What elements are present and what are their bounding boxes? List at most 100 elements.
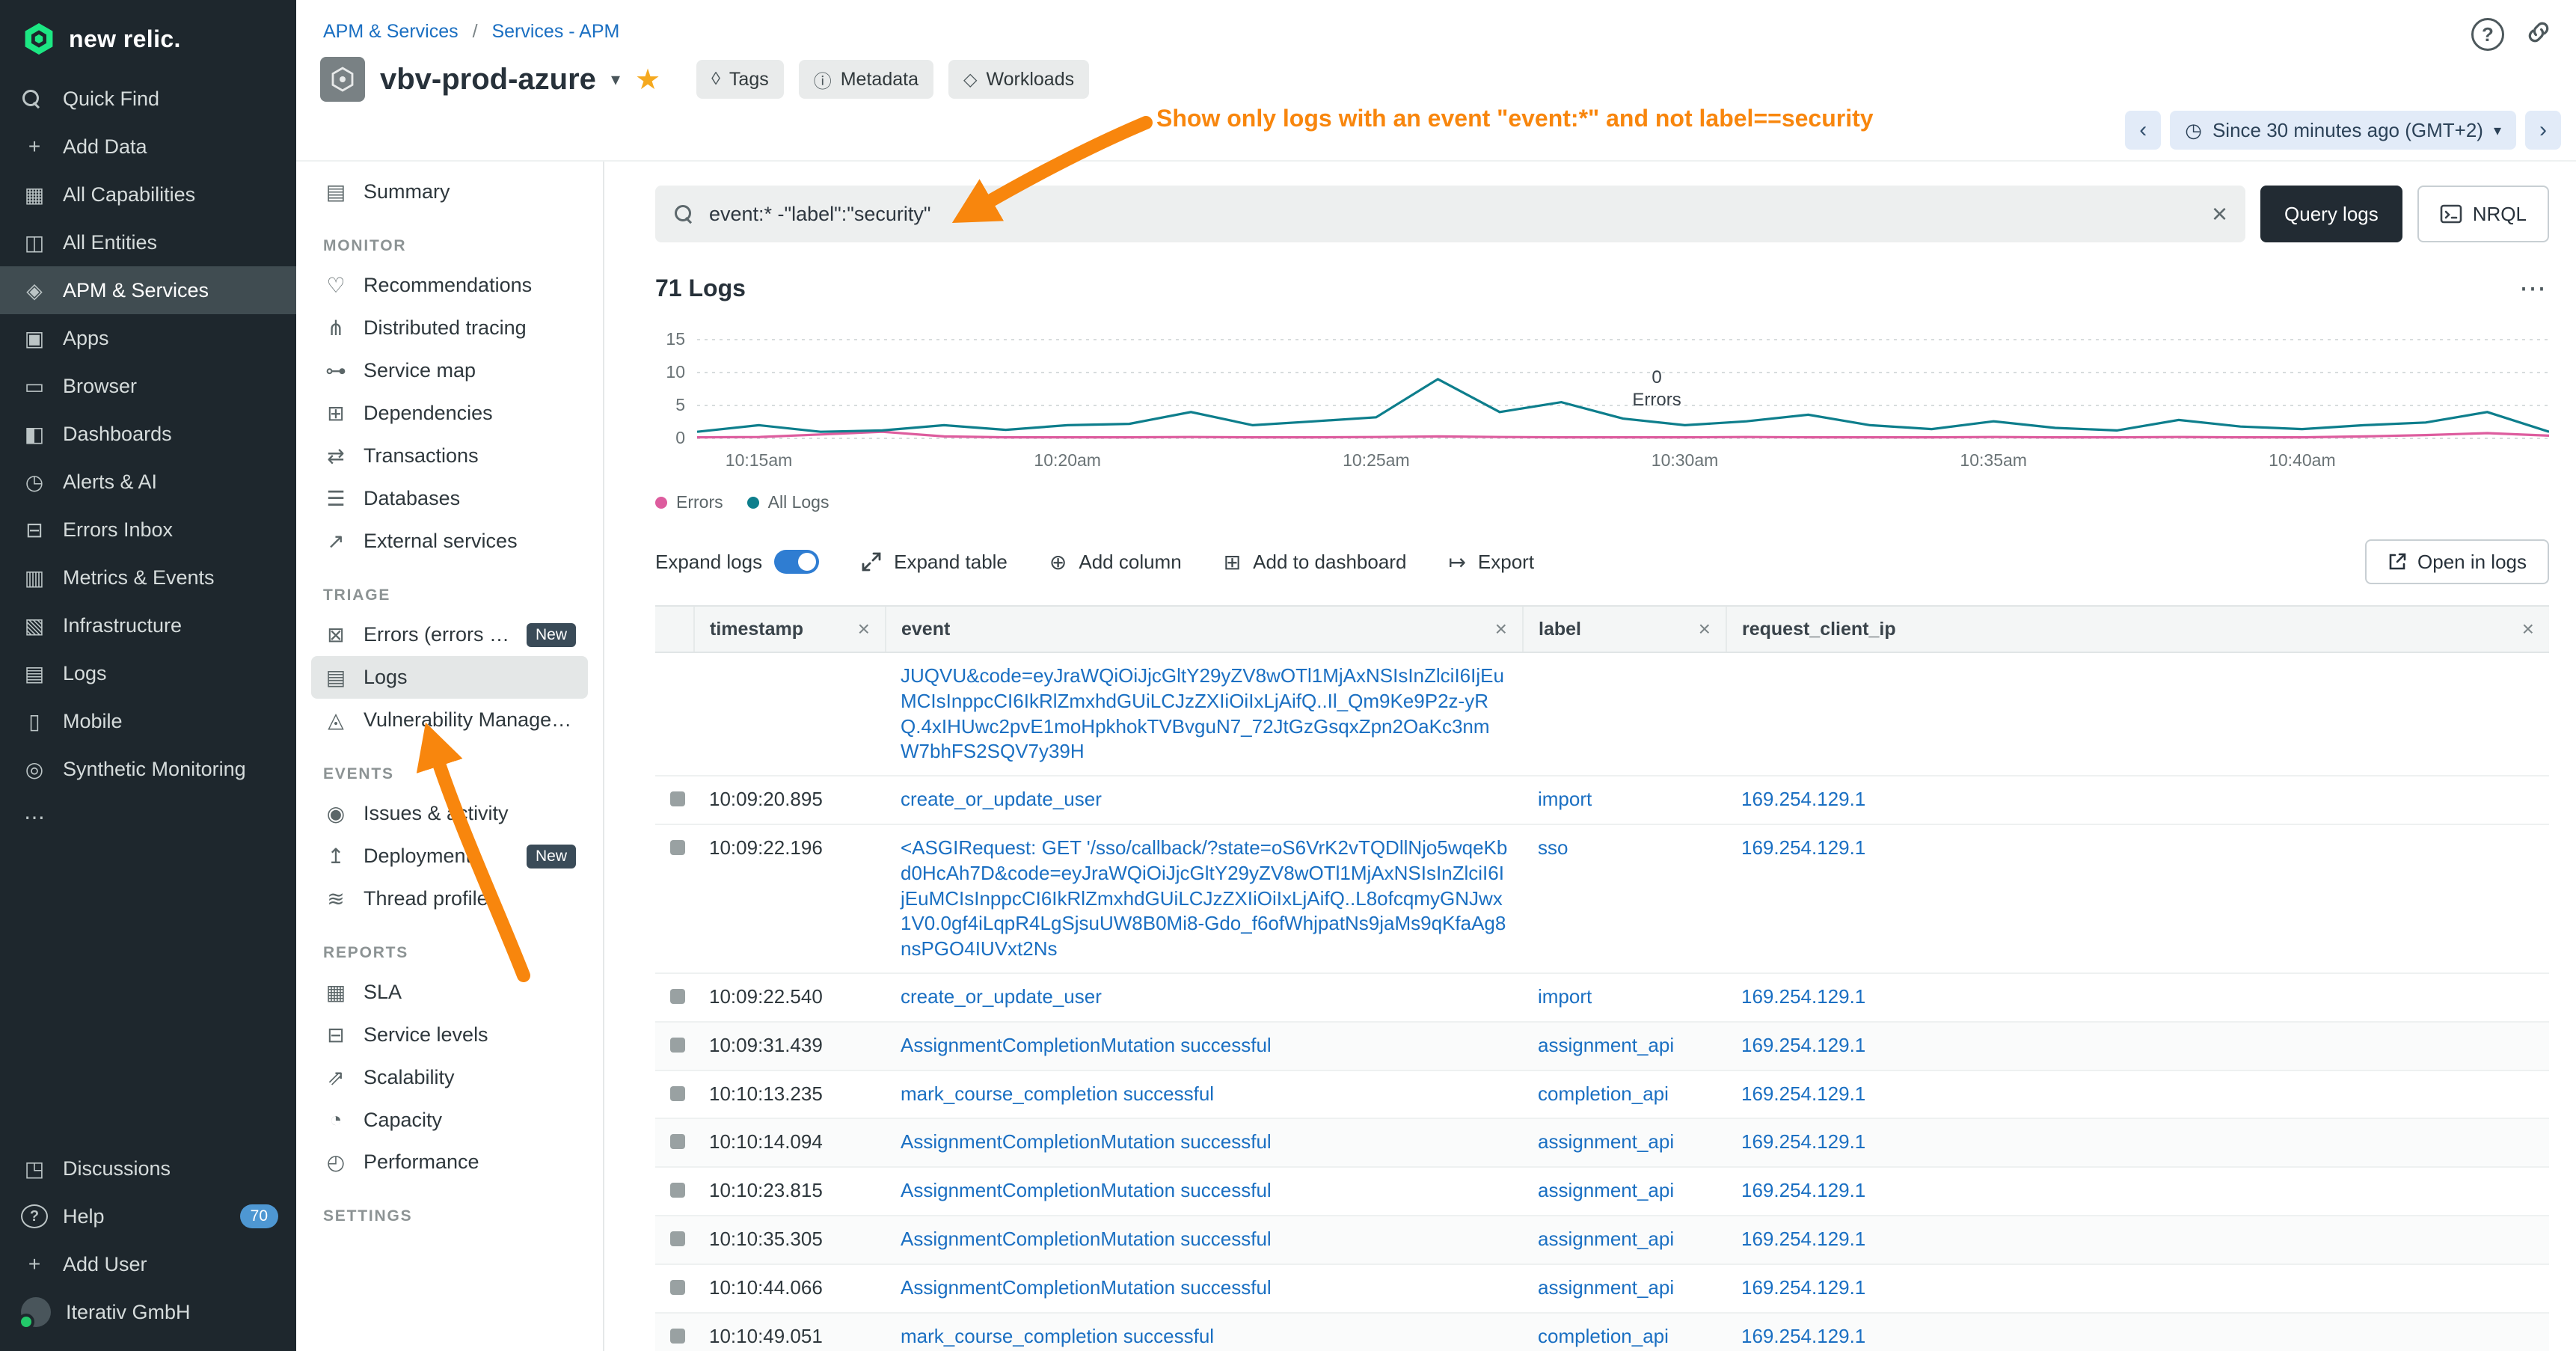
sidebar-item-logs[interactable]: ▤ Logs [0, 649, 296, 697]
log-label-link[interactable]: assignment_api [1538, 1179, 1674, 1201]
log-row[interactable]: 10:09:22.540 create_or_update_user impor… [655, 973, 2549, 1022]
log-row[interactable]: 10:10:23.815 AssignmentCompletionMutatio… [655, 1167, 2549, 1216]
log-ip-link[interactable]: 169.254.129.1 [1741, 985, 1865, 1008]
log-row[interactable]: JUQVU&code=eyJraWQiOiJjcGltY29yZV8wOTl1M… [655, 652, 2549, 776]
log-label-link[interactable]: assignment_api [1538, 1034, 1674, 1056]
sidebar-item-mobile[interactable]: ▯ Mobile [0, 697, 296, 745]
log-event-link[interactable]: create_or_update_user [901, 788, 1102, 810]
log-row[interactable]: 10:10:13.235 mark_course_completion succ… [655, 1070, 2549, 1119]
nav-item-service-levels[interactable]: ⊟ Service levels [311, 1014, 588, 1056]
nav-item-service-map[interactable]: ⊶ Service map [311, 349, 588, 392]
pill-tags[interactable]: ◊ Tags [696, 60, 784, 99]
log-event-link[interactable]: create_or_update_user [901, 985, 1102, 1008]
nav-item-logs[interactable]: ▤ Logs [311, 656, 588, 699]
sidebar-item-browser[interactable]: ▭ Browser [0, 362, 296, 410]
nav-item-performance[interactable]: ◴ Performance [311, 1141, 588, 1183]
sidebar-item-all-capabilities[interactable]: ▦ All Capabilities [0, 171, 296, 218]
log-ip-link[interactable]: 169.254.129.1 [1741, 1082, 1865, 1105]
expand-table-button[interactable]: Expand table [861, 551, 1008, 574]
log-event-link[interactable]: AssignmentCompletionMutation successful [901, 1034, 1272, 1056]
remove-column-icon[interactable]: × [1486, 617, 1507, 641]
log-ip-link[interactable]: 169.254.129.1 [1741, 1228, 1865, 1250]
sidebar-item-discussions[interactable]: ◳ Discussions [0, 1145, 296, 1192]
legend-all-logs[interactable]: All Logs [747, 492, 829, 512]
log-label-link[interactable]: completion_api [1538, 1325, 1669, 1347]
nrql-button[interactable]: NRQL [2417, 186, 2549, 242]
log-event-link[interactable]: JUQVU&code=eyJraWQiOiJjcGltY29yZV8wOTl1M… [901, 664, 1504, 762]
nav-item-sla[interactable]: ▦ SLA [311, 971, 588, 1014]
remove-column-icon[interactable]: × [849, 617, 870, 641]
log-row[interactable]: 10:10:44.066 AssignmentCompletionMutatio… [655, 1264, 2549, 1313]
new-relic-logo[interactable]: new relic. [0, 0, 296, 75]
log-event-link[interactable]: AssignmentCompletionMutation successful [901, 1179, 1272, 1201]
sidebar-item-metrics-events[interactable]: ▥ Metrics & Events [0, 554, 296, 601]
sidebar-item-alerts-ai[interactable]: ◷ Alerts & AI [0, 458, 296, 506]
log-row[interactable]: 10:09:31.439 AssignmentCompletionMutatio… [655, 1022, 2549, 1070]
nav-item-vulnerability-management[interactable]: ◬ Vulnerability Management [311, 699, 588, 741]
sidebar-item-synthetic-monitoring[interactable]: ◎ Synthetic Monitoring [0, 745, 296, 793]
export-button[interactable]: ↦ Export [1448, 550, 1534, 575]
entity-switcher-chevron-icon[interactable]: ▾ [611, 69, 620, 91]
log-ip-link[interactable]: 169.254.129.1 [1741, 836, 1865, 859]
sidebar-item-add-user[interactable]: + Add User [0, 1240, 296, 1288]
log-ip-link[interactable]: 169.254.129.1 [1741, 1325, 1865, 1347]
open-in-logs-button[interactable]: Open in logs [2365, 539, 2549, 584]
log-label-link[interactable]: import [1538, 788, 1592, 810]
log-event-link[interactable]: AssignmentCompletionMutation successful [901, 1228, 1272, 1250]
log-label-link[interactable]: assignment_api [1538, 1276, 1674, 1299]
add-column-button[interactable]: ⊕ Add column [1049, 550, 1182, 575]
permalink-icon[interactable] [2525, 19, 2552, 51]
remove-column-icon[interactable]: × [2513, 617, 2534, 641]
time-forward-button[interactable]: › [2525, 111, 2561, 150]
log-ip-link[interactable]: 169.254.129.1 [1741, 1034, 1865, 1056]
log-row-icon[interactable] [670, 1329, 685, 1344]
log-ip-link[interactable]: 169.254.129.1 [1741, 1276, 1865, 1299]
log-row-icon[interactable] [670, 1134, 685, 1149]
nav-item-transactions[interactable]: ⇄ Transactions [311, 435, 588, 477]
log-event-link[interactable]: <ASGIRequest: GET '/sso/callback/?state=… [901, 836, 1507, 960]
sidebar-item-infrastructure[interactable]: ▧ Infrastructure [0, 601, 296, 649]
log-row[interactable]: 10:09:20.895 create_or_update_user impor… [655, 776, 2549, 824]
nav-item-errors-errors-inb[interactable]: ⊠ Errors (errors inb... New [311, 613, 588, 656]
nav-item-distributed-tracing[interactable]: ⋔ Distributed tracing [311, 307, 588, 349]
log-ip-link[interactable]: 169.254.129.1 [1741, 1179, 1865, 1201]
sidebar-item-apps[interactable]: ▣ Apps [0, 314, 296, 362]
log-row-icon[interactable] [670, 1231, 685, 1246]
legend-errors[interactable]: Errors [655, 492, 723, 512]
nav-item-scalability[interactable]: ⇗ Scalability [311, 1056, 588, 1099]
sidebar-item-help[interactable]: ? Help 70 [0, 1192, 296, 1240]
add-to-dashboard-button[interactable]: ⊞ Add to dashboard [1224, 550, 1407, 575]
breadcrumb-apm-services[interactable]: APM & Services [323, 21, 459, 42]
pill-workloads[interactable]: ◇ Workloads [948, 60, 1089, 99]
log-label-link[interactable]: import [1538, 985, 1592, 1008]
sidebar-item-dashboards[interactable]: ◧ Dashboards [0, 410, 296, 458]
log-event-link[interactable]: mark_course_completion successful [901, 1325, 1214, 1347]
sidebar-item-quick-find[interactable]: Quick Find [0, 75, 296, 123]
sidebar-item-all-entities[interactable]: ◫ All Entities [0, 218, 296, 266]
nav-item-dependencies[interactable]: ⊞ Dependencies [311, 392, 588, 435]
log-row[interactable]: 10:10:49.051 mark_course_completion succ… [655, 1313, 2549, 1351]
log-row-icon[interactable] [670, 840, 685, 855]
sidebar-item-iterativ-gmbh[interactable]: Iterativ GmbH [0, 1288, 296, 1336]
nav-item-recommendations[interactable]: ♡ Recommendations [311, 264, 588, 307]
clear-search-icon[interactable]: × [2212, 198, 2227, 230]
log-label-link[interactable]: assignment_api [1538, 1228, 1674, 1250]
favorite-star-icon[interactable]: ★ [635, 63, 660, 96]
nav-item-deployments[interactable]: ↥ Deployments New [311, 835, 588, 877]
log-row-icon[interactable] [670, 1086, 685, 1101]
log-label-link[interactable]: assignment_api [1538, 1130, 1674, 1153]
log-event-link[interactable]: AssignmentCompletionMutation successful [901, 1276, 1272, 1299]
nav-item-databases[interactable]: ☰ Databases [311, 477, 588, 520]
nav-item-issues-activity[interactable]: ◉ Issues & activity [311, 792, 588, 835]
log-label-link[interactable]: sso [1538, 836, 1568, 859]
log-event-link[interactable]: AssignmentCompletionMutation successful [901, 1130, 1272, 1153]
log-row[interactable]: 10:10:14.094 AssignmentCompletionMutatio… [655, 1118, 2549, 1167]
sidebar-item-apm-services[interactable]: ◈ APM & Services [0, 266, 296, 314]
nav-item-summary[interactable]: ▤ Summary [311, 171, 588, 213]
log-row[interactable]: 10:10:35.305 AssignmentCompletionMutatio… [655, 1216, 2549, 1264]
remove-column-icon[interactable]: × [1690, 617, 1711, 641]
log-row-icon[interactable] [670, 989, 685, 1004]
sidebar-item-errors-inbox[interactable]: ⊟ Errors Inbox [0, 506, 296, 554]
log-label-link[interactable]: completion_api [1538, 1082, 1669, 1105]
more-options-icon[interactable]: ⋯ [2519, 272, 2549, 304]
